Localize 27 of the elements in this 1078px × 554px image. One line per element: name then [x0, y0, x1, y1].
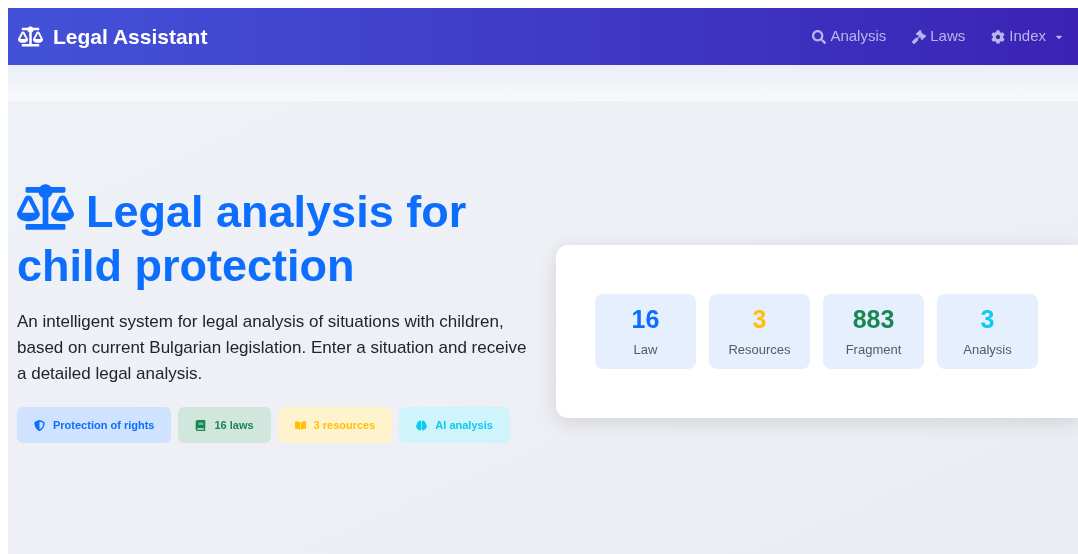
hero-description: An intelligent system for legal analysis of situations with children, based on current Bulgarian legislation. Enter a situation and receive a detailed legal analysis.	[17, 311, 528, 385]
feature-badge: AI analysis	[399, 407, 510, 443]
brain-icon	[416, 419, 428, 431]
feature-badge: 3 resources	[277, 407, 393, 443]
stat-label: Resources	[728, 340, 791, 359]
stat-value: 883	[852, 303, 895, 334]
stat-value: 3	[980, 303, 995, 334]
book-icon	[195, 419, 207, 431]
shield-icon	[34, 419, 45, 431]
feature-badge: 16 laws	[178, 407, 271, 443]
stat-value: 16	[631, 303, 660, 334]
stat-label: Law	[633, 340, 658, 359]
brand-link[interactable]: Legal Assistant	[18, 20, 208, 53]
search-icon	[812, 29, 827, 44]
stat-value: 3	[752, 303, 767, 334]
nav-link[interactable]: Laws	[912, 25, 966, 48]
gavel-icon	[912, 29, 927, 44]
settings-icon	[991, 29, 1006, 44]
feature-badge: Protection of rights	[17, 407, 172, 443]
scales-icon	[18, 24, 43, 49]
hero-title: Legal analysis for child protection	[17, 183, 548, 293]
nav-link[interactable]: Index	[991, 25, 1064, 48]
open-book-icon	[294, 419, 306, 431]
scales-icon	[17, 183, 74, 231]
nav-link[interactable]: Analysis	[812, 25, 887, 48]
stat-label: Analysis	[963, 340, 1012, 359]
stat-label: Fragment	[845, 340, 902, 359]
